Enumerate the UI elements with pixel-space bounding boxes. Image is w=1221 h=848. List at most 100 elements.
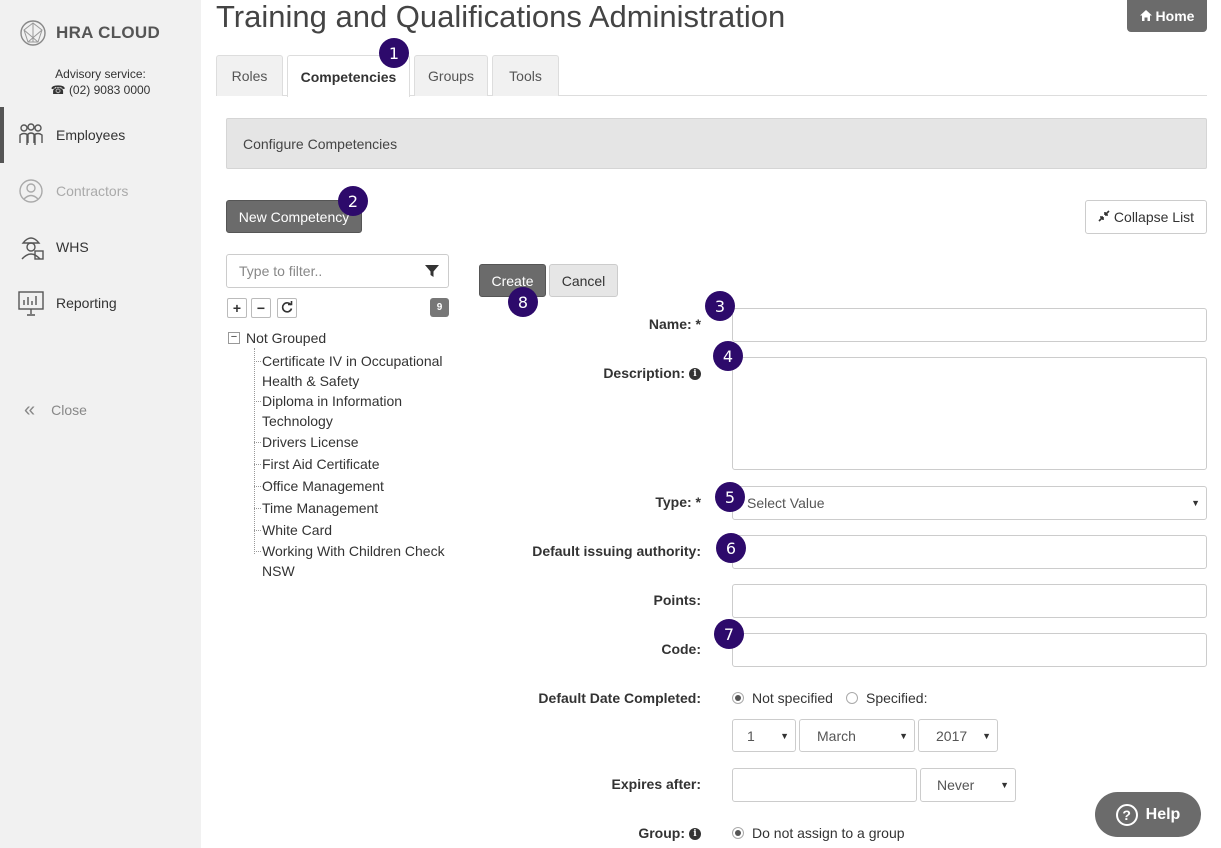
tree-item[interactable]: Certificate IV in Occupational Health & …	[254, 351, 452, 391]
sidebar-item-label: Reporting	[56, 295, 117, 311]
radio-unselected-icon[interactable]	[846, 692, 858, 704]
type-select[interactable]: Select Value ▼	[732, 486, 1207, 520]
radio-selected-icon[interactable]	[732, 827, 744, 839]
callout-marker: 5	[715, 482, 745, 512]
issuing-authority-field[interactable]	[732, 535, 1207, 569]
caret-down-icon: ▼	[1191, 498, 1200, 508]
expires-unit-select[interactable]: Never ▼	[920, 768, 1016, 802]
advisory-phone: ☎ (02) 9083 0000	[0, 83, 201, 97]
info-icon[interactable]: i	[689, 368, 701, 381]
sidebar-item-contractors[interactable]: Contractors	[0, 163, 201, 219]
sidebar-item-employees[interactable]: Employees	[0, 107, 201, 163]
help-button[interactable]: ? Help	[1095, 792, 1201, 837]
year-select[interactable]: 2017 ▼	[918, 719, 998, 752]
contractors-icon	[16, 176, 46, 206]
sidebar-item-label: Contractors	[56, 183, 129, 199]
callout-marker: 1	[379, 38, 409, 68]
filter-icon[interactable]	[425, 264, 439, 278]
tree-item[interactable]: Time Management	[254, 498, 452, 518]
callout-marker: 7	[714, 619, 744, 649]
date-completed-label: Default Date Completed:	[538, 690, 701, 706]
sidebar-item-label: Employees	[56, 127, 126, 143]
day-select[interactable]: 1 ▼	[732, 719, 796, 752]
advisory-phone-number: (02) 9083 0000	[68, 83, 151, 97]
refresh-button[interactable]	[277, 298, 297, 318]
home-button[interactable]: Home	[1127, 0, 1207, 32]
logo-text: HRA CLOUD	[56, 23, 161, 42]
collapse-all-button[interactable]: −	[251, 298, 271, 318]
code-label: Code:	[661, 641, 701, 657]
tree-item[interactable]: Working With Children Check NSW	[254, 541, 452, 581]
sidebar-item-whs[interactable]: WHS	[0, 219, 201, 275]
tree-item[interactable]: First Aid Certificate	[254, 454, 452, 474]
description-label-text: Description:	[603, 365, 685, 381]
points-field[interactable]	[732, 584, 1207, 618]
tree-item[interactable]: Drivers License	[254, 432, 452, 452]
cancel-button[interactable]: Cancel	[549, 264, 618, 297]
phone-icon: ☎	[50, 83, 66, 97]
tab-groups[interactable]: Groups	[414, 55, 488, 96]
day-select-value: 1	[747, 727, 755, 744]
date-not-specified-option[interactable]: Not specified	[732, 690, 833, 706]
collapse-icon	[1098, 209, 1110, 225]
sidebar-close-button[interactable]: « Close	[0, 396, 201, 424]
help-label: Help	[1145, 805, 1181, 823]
radio-selected-icon[interactable]	[732, 692, 744, 704]
callout-marker: 6	[716, 533, 746, 563]
panel-header-label: Configure Competencies	[243, 135, 398, 152]
minus-icon: −	[256, 300, 266, 316]
logo-icon	[20, 20, 46, 46]
tree-item[interactable]: Diploma in Information Technology	[254, 391, 452, 431]
tree-collapse-icon[interactable]: −	[228, 332, 240, 344]
tab-tools[interactable]: Tools	[492, 55, 559, 96]
sidebar-item-label: WHS	[56, 239, 89, 255]
callout-marker: 2	[338, 186, 368, 216]
expand-all-button[interactable]: +	[227, 298, 247, 318]
description-field[interactable]	[732, 357, 1207, 470]
info-icon[interactable]: i	[689, 828, 701, 841]
logo[interactable]: HRA CLOUD	[18, 14, 178, 52]
panel-header: Configure Competencies	[226, 118, 1207, 169]
group-none-label: Do not assign to a group	[752, 825, 905, 841]
advisory-label: Advisory service:	[55, 67, 146, 81]
home-label: Home	[1155, 8, 1195, 24]
collapse-list-button[interactable]: Collapse List	[1085, 200, 1207, 234]
employees-icon	[16, 120, 46, 150]
name-field[interactable]	[732, 308, 1207, 342]
count-badge: 9	[430, 298, 449, 317]
tree-item[interactable]: Office Management	[254, 476, 452, 496]
points-label: Points:	[653, 592, 701, 608]
code-field[interactable]	[732, 633, 1207, 667]
date-specified-option[interactable]: Specified:	[846, 690, 927, 706]
year-select-value: 2017	[936, 727, 968, 744]
reporting-icon	[16, 288, 46, 318]
month-select-value: March	[817, 727, 856, 744]
issuing-authority-label: Default issuing authority:	[532, 543, 701, 559]
type-label: Type: *	[655, 494, 701, 510]
caret-down-icon: ▼	[982, 730, 991, 741]
name-label: Name: *	[648, 316, 701, 332]
filter-input[interactable]	[227, 255, 417, 287]
callout-marker: 3	[705, 291, 735, 321]
date-not-specified-label: Not specified	[752, 690, 833, 706]
caret-down-icon: ▼	[899, 730, 908, 741]
expires-after-field[interactable]	[732, 768, 917, 802]
sidebar-item-reporting[interactable]: Reporting	[0, 275, 201, 331]
month-select[interactable]: March ▼	[799, 719, 915, 752]
filter-box	[226, 254, 449, 288]
sidebar: HRA CLOUD Advisory service: ☎ (02) 9083 …	[0, 0, 201, 848]
question-icon: ?	[1115, 803, 1138, 826]
description-label: Description: i	[603, 365, 701, 381]
group-none-option[interactable]: Do not assign to a group	[732, 825, 905, 841]
date-specified-label: Specified:	[866, 690, 928, 706]
tree-group-not-grouped[interactable]: − Not Grouped	[226, 330, 326, 346]
double-chevron-left-icon: «	[24, 398, 36, 421]
group-label-text: Group:	[638, 825, 685, 841]
expires-unit-value: Never	[937, 777, 975, 793]
tab-roles[interactable]: Roles	[216, 55, 283, 96]
tree-item[interactable]: White Card	[254, 520, 452, 540]
caret-down-icon: ▼	[780, 730, 789, 741]
callout-marker: 8	[508, 287, 538, 317]
whs-icon	[16, 232, 46, 262]
caret-down-icon: ▼	[1000, 780, 1009, 790]
